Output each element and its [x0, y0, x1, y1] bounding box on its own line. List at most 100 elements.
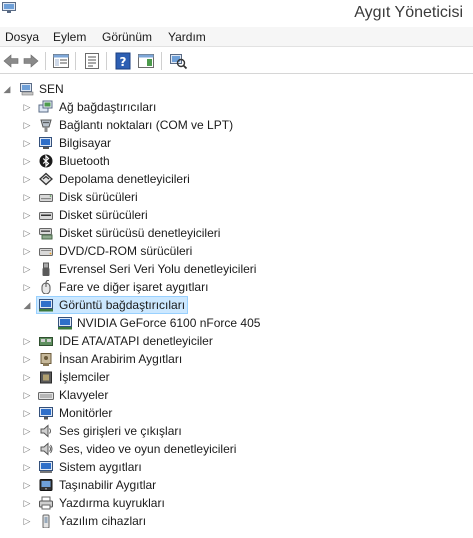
sound-icon	[40, 442, 53, 456]
tree-category-item[interactable]: ▷ İşlemciler	[0, 368, 473, 386]
tree-item-label: Yazdırma kuyrukları	[59, 496, 165, 510]
expand-arrow-icon[interactable]: ▷	[22, 98, 32, 116]
tree-category-item[interactable]: ▷ DVD/CD-ROM sürücüleri	[0, 242, 473, 260]
network-adapter-icon	[38, 100, 53, 113]
help-icon[interactable]: ?	[113, 51, 133, 71]
printer-icon	[39, 496, 53, 510]
expand-arrow-icon[interactable]: ▷	[22, 188, 32, 206]
tree-category-item[interactable]: ▷ Klavyeler	[0, 386, 473, 404]
expand-arrow-icon[interactable]: ▷	[22, 476, 32, 494]
tree-item-label: Disket sürücüleri	[59, 208, 148, 222]
software-device-icon	[42, 514, 50, 528]
expand-arrow-icon[interactable]: ▷	[22, 440, 32, 458]
floppy-controller-icon	[39, 228, 53, 240]
back-arrow-icon[interactable]	[1, 51, 21, 71]
expand-arrow-icon[interactable]: ▷	[22, 152, 32, 170]
tree-category-item[interactable]: ▷ Ses, video ve oyun denetleyicileri	[0, 440, 473, 458]
expand-arrow-icon[interactable]: ▷	[22, 278, 32, 296]
menu-eylem[interactable]: Eylem	[53, 30, 86, 44]
tree-item-label: Yazılım cihazları	[59, 514, 147, 528]
title-bar: Aygıt Yöneticisi	[0, 0, 473, 27]
expand-arrow-icon[interactable]: ▷	[22, 224, 32, 242]
toolbar-separator	[45, 52, 46, 70]
expand-arrow-icon[interactable]: ▷	[22, 512, 32, 530]
tree-item-label: IDE ATA/ATAPI denetleyiciler	[59, 334, 213, 348]
tree-item-label: Ağ bağdaştırıcıları	[59, 100, 157, 114]
tree-item-label: Bilgisayar	[59, 136, 112, 150]
tree-item-label: NVIDIA GeForce 6100 nForce 405	[77, 316, 261, 330]
processor-icon	[40, 371, 52, 384]
bluetooth-icon	[39, 154, 53, 168]
gpu-icon	[58, 317, 72, 330]
tree-item-label: Depolama denetleyicileri	[59, 172, 190, 186]
portable-device-icon	[39, 479, 53, 491]
menu-bar: Dosya Eylem Görünüm Yardım	[0, 27, 473, 47]
tree-category-item[interactable]: ▷ Disk sürücüleri	[0, 188, 473, 206]
tree-item-label: Monitörler	[59, 406, 113, 420]
expand-arrow-icon[interactable]: ▷	[22, 332, 32, 350]
expand-arrow-icon[interactable]: ▷	[22, 422, 32, 440]
expand-arrow-icon[interactable]: ▷	[22, 458, 32, 476]
scan-hardware-changes-icon[interactable]	[168, 51, 188, 71]
expand-arrow-icon[interactable]: ▷	[22, 134, 32, 152]
computer-root-icon	[20, 83, 34, 96]
tree-category-item[interactable]: ▷ Bluetooth	[0, 152, 473, 170]
tree-item-label: Fare ve diğer işaret aygıtları	[59, 280, 209, 294]
tree-category-item[interactable]: ▷ Bilgisayar	[0, 134, 473, 152]
device-tree[interactable]: ◢ SEN ▷ Ağ bağdaştırıcıları ▷ Bağlantı noktal…	[0, 76, 473, 538]
show-hide-console-tree-icon[interactable]	[51, 51, 71, 71]
expand-arrow-icon[interactable]: ▷	[22, 350, 32, 368]
svg-text:?: ?	[120, 55, 127, 69]
tree-item-label: Disk sürücüleri	[59, 190, 138, 204]
expand-arrow-icon[interactable]: ▷	[22, 404, 32, 422]
collapse-arrow-icon[interactable]: ◢	[22, 296, 32, 314]
tree-category-item[interactable]: ▷ Ağ bağdaştırıcıları	[0, 98, 473, 116]
window-title: Aygıt Yöneticisi	[354, 4, 463, 21]
action-pane-icon[interactable]	[136, 51, 156, 71]
menu-dosya[interactable]: Dosya	[5, 30, 39, 44]
tree-category-item[interactable]: ▷ Bağlantı noktaları (COM ve LPT)	[0, 116, 473, 134]
tree-category-item[interactable]: ▷ Taşınabilir Aygıtlar	[0, 476, 473, 494]
menu-gorunum[interactable]: Görünüm	[102, 30, 152, 44]
tree-category-item[interactable]: ◢ Görüntü bağdaştırıcıları	[0, 296, 473, 314]
tree-category-item[interactable]: ▷ IDE ATA/ATAPI denetleyiciler	[0, 332, 473, 350]
tree-item-label: İnsan Arabirim Aygıtları	[59, 352, 183, 366]
device-manager-app-icon	[2, 2, 16, 13]
forward-arrow-icon[interactable]	[21, 51, 41, 71]
expand-arrow-icon[interactable]: ▷	[22, 368, 32, 386]
tree-category-item[interactable]: ▷ İnsan Arabirim Aygıtları	[0, 350, 473, 368]
tree-item-label: Klavyeler	[59, 388, 109, 402]
tree-category-item[interactable]: ▷ Disket sürücüleri	[0, 206, 473, 224]
tree-item-label: Disket sürücüsü denetleyicileri	[59, 226, 221, 240]
tree-root-sen[interactable]: ◢ SEN	[0, 80, 473, 98]
toolbar-separator	[75, 52, 76, 70]
tree-category-item[interactable]: ▷ Yazılım cihazları	[0, 512, 473, 530]
tree-category-item[interactable]: ▷ Monitörler	[0, 404, 473, 422]
expand-arrow-icon[interactable]: ▷	[22, 116, 32, 134]
collapse-arrow-icon[interactable]: ◢	[2, 80, 12, 98]
tree-item-label: Bağlantı noktaları (COM ve LPT)	[59, 118, 234, 132]
expand-arrow-icon[interactable]: ▷	[22, 170, 32, 188]
tree-category-item[interactable]: ▷ Yazdırma kuyrukları	[0, 494, 473, 512]
tree-category-item[interactable]: ▷ Evrensel Seri Veri Yolu denetleyicileri	[0, 260, 473, 278]
expand-arrow-icon[interactable]: ▷	[22, 206, 32, 224]
display-adapter-icon	[39, 299, 53, 312]
expand-arrow-icon[interactable]: ▷	[22, 242, 32, 260]
expand-arrow-icon[interactable]: ▷	[22, 260, 32, 278]
tree-category-item[interactable]: ▷ Depolama denetleyicileri	[0, 170, 473, 188]
properties-icon[interactable]	[82, 51, 102, 71]
toolbar: ?	[0, 48, 473, 74]
monitor-icon	[39, 407, 53, 420]
tree-item-label: DVD/CD-ROM sürücüleri	[59, 244, 193, 258]
tree-category-item[interactable]: ▷ Fare ve diğer işaret aygıtları	[0, 278, 473, 296]
tree-category-item[interactable]: ▷ Ses girişleri ve çıkışları	[0, 422, 473, 440]
tree-category-item[interactable]: ▷ Sistem aygıtları	[0, 458, 473, 476]
expand-arrow-icon[interactable]: ▷	[22, 386, 32, 404]
menu-yardim[interactable]: Yardım	[168, 30, 206, 44]
tree-device-item[interactable]: NVIDIA GeForce 6100 nForce 405	[0, 314, 473, 332]
tree-category-item[interactable]: ▷ Disket sürücüsü denetleyicileri	[0, 224, 473, 242]
ide-controller-icon	[39, 337, 53, 346]
tree-item-label: Ses, video ve oyun denetleyicileri	[59, 442, 237, 456]
expand-arrow-icon[interactable]: ▷	[22, 494, 32, 512]
tree-item-label: Ses girişleri ve çıkışları	[59, 424, 182, 438]
